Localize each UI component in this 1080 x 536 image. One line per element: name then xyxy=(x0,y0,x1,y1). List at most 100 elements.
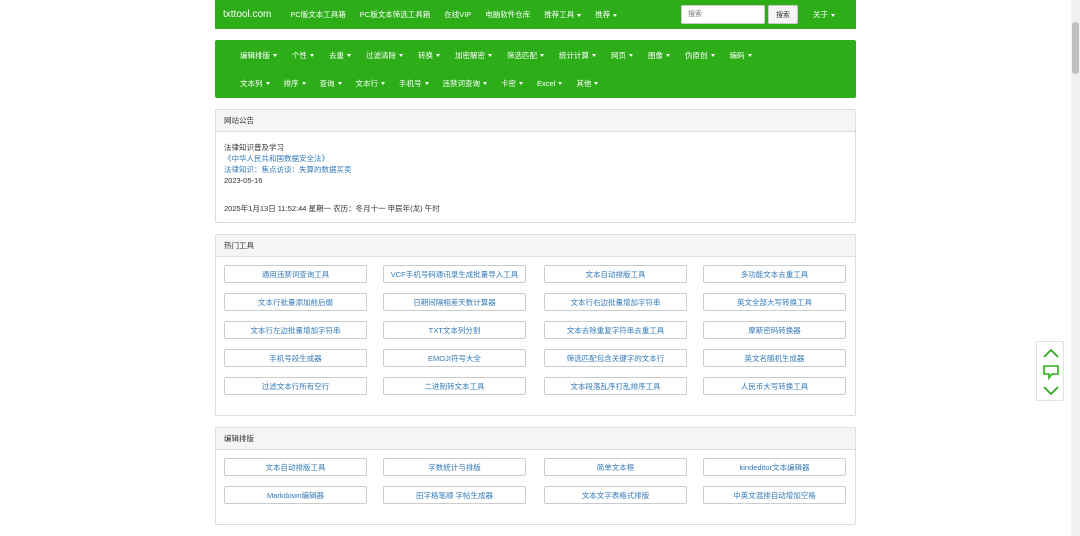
notice-title: 法律知识普及学习 xyxy=(224,143,284,152)
edit-tools-button-5[interactable]: 田字格笔顺 字帖生成器 xyxy=(383,486,526,504)
nav-recommended-tools[interactable]: 推荐工具 xyxy=(544,9,582,20)
caret-down-icon xyxy=(558,82,563,86)
caret-down-icon xyxy=(577,13,582,17)
category-row1-item-9[interactable]: 图像 xyxy=(648,50,670,61)
category-row1-item-11[interactable]: 编码 xyxy=(730,50,752,61)
top-navbar: txttool.com PC版文本工具箱 PC版文本筛选工具箱 在线VIP 电脑… xyxy=(215,0,856,29)
category-row1-item-8[interactable]: 网页 xyxy=(611,50,633,61)
category-row1-item-0[interactable]: 编辑排版 xyxy=(240,50,277,61)
hot-tools-button-8[interactable]: 文本行左边批量增加字符串 xyxy=(224,321,367,339)
caret-down-icon xyxy=(347,54,351,58)
caret-down-icon xyxy=(629,54,633,58)
caret-down-icon xyxy=(747,54,752,58)
category-row2-item-7[interactable]: Excel xyxy=(537,79,563,88)
caret-down-icon xyxy=(710,54,715,58)
category-row1-item-3[interactable]: 过滤清除 xyxy=(366,50,403,61)
brand-logo[interactable]: txttool.com xyxy=(223,9,271,20)
category-row1-item-1[interactable]: 个性 xyxy=(292,50,314,61)
hot-tools-button-4[interactable]: 文本行批量添加前后缀 xyxy=(224,293,367,311)
category-row1-item-4[interactable]: 转换 xyxy=(418,50,440,61)
caret-down-icon xyxy=(399,54,403,58)
search-button[interactable]: 搜索 xyxy=(768,5,798,24)
caret-down-icon xyxy=(265,82,270,86)
hot-tools-panel: 热门工具 通用违禁词查询工具 VCF手机号码通讯录生成批量导入工具 文本自动排版工具… xyxy=(215,234,856,416)
category-row2-item-2[interactable]: 查询 xyxy=(320,78,342,89)
caret-down-icon xyxy=(666,54,670,58)
hot-tools-button-17[interactable]: 二进制转文本工具 xyxy=(383,377,526,395)
caret-down-icon xyxy=(381,82,385,86)
comment-icon[interactable] xyxy=(1042,364,1060,380)
category-row1-item-6[interactable]: 筛选匹配 xyxy=(507,50,544,61)
notice-panel: 网站公告 法律知识普及学习 《中华人民共和国数据安全法》 法律知识：焦点访谈：失… xyxy=(215,109,856,223)
edit-tools-button-6[interactable]: 文本文字表格式排版 xyxy=(544,486,687,504)
category-row2-item-8[interactable]: 其他 xyxy=(576,78,599,89)
edit-tools-button-2[interactable]: 简单文本框 xyxy=(544,458,687,476)
edit-tools-heading: 编辑排版 xyxy=(216,428,855,450)
category-menu: 编辑排版 个性 去重 过滤清除 转换 加密解密 筛选匹配 统计计算 网页 图像 伪原创 编码 文本列 排… xyxy=(215,40,856,98)
caret-down-icon xyxy=(310,54,314,58)
edit-tools-button-3[interactable]: kindeditor文本编辑器 xyxy=(703,458,846,476)
notice-body: 法律知识普及学习 《中华人民共和国数据安全法》 法律知识：焦点访谈：失算的数据买… xyxy=(216,132,855,214)
nav-pc-filter-toolbox[interactable]: PC版文本筛选工具箱 xyxy=(360,9,430,20)
chevron-up-icon[interactable] xyxy=(1042,346,1060,360)
caret-down-icon xyxy=(301,82,306,86)
edit-tools-button-4[interactable]: Markdown编辑器 xyxy=(224,486,367,504)
category-row1-item-7[interactable]: 统计计算 xyxy=(559,50,596,61)
notice-link-data-trading[interactable]: 法律知识：焦点访谈：失算的数据买卖 xyxy=(224,164,847,175)
caret-down-icon xyxy=(519,82,523,86)
category-row2-item-6[interactable]: 卡密 xyxy=(501,78,523,89)
caret-down-icon xyxy=(592,54,596,58)
caret-down-icon xyxy=(488,54,492,58)
hot-tools-button-15[interactable]: 英文名随机生成器 xyxy=(703,349,846,367)
category-row-1: 编辑排版 个性 去重 过滤清除 转换 加密解密 筛选匹配 统计计算 网页 图像 伪原创 编码 xyxy=(240,48,767,62)
nav-online-vip[interactable]: 在线VIP xyxy=(444,9,471,20)
edit-tools-button-7[interactable]: 中英文混排自动增加空格 xyxy=(703,486,846,504)
category-row1-item-10[interactable]: 伪原创 xyxy=(685,50,715,61)
hot-tools-button-10[interactable]: 文本去除重复字符串去重工具 xyxy=(544,321,687,339)
category-row2-item-4[interactable]: 手机号 xyxy=(399,78,429,89)
hot-tools-button-1[interactable]: VCF手机号码通讯录生成批量导入工具 xyxy=(383,265,526,283)
hot-tools-button-3[interactable]: 多功能文本去重工具 xyxy=(703,265,846,283)
category-row-2: 文本列 排序 查询 文本行 手机号 违禁词查询 卡密 Excel 其他 xyxy=(240,76,612,90)
scrollbar-thumb[interactable] xyxy=(1072,22,1079,74)
hot-tools-button-19[interactable]: 人民币大写转换工具 xyxy=(703,377,846,395)
hot-tools-button-5[interactable]: 日期间隔相差天数计算器 xyxy=(383,293,526,311)
caret-down-icon xyxy=(337,82,342,86)
hot-tools-button-12[interactable]: 手机号段生成器 xyxy=(224,349,367,367)
category-row2-item-5[interactable]: 违禁词查询 xyxy=(443,78,487,89)
hot-tools-button-11[interactable]: 摩斯密码转换器 xyxy=(703,321,846,339)
category-row2-item-0[interactable]: 文本列 xyxy=(240,78,270,89)
notice-link-data-security-law[interactable]: 《中华人民共和国数据安全法》 xyxy=(224,153,847,164)
category-row2-item-1[interactable]: 排序 xyxy=(284,78,306,89)
notice-heading: 网站公告 xyxy=(216,110,855,132)
hot-tools-button-2[interactable]: 文本自动排版工具 xyxy=(544,265,687,283)
page-scrollbar[interactable] xyxy=(1071,0,1080,536)
edit-tools-button-1[interactable]: 字数统计与排版 xyxy=(383,458,526,476)
hot-tools-button-6[interactable]: 文本行右边批量增加字符串 xyxy=(544,293,687,311)
search-input[interactable] xyxy=(681,5,765,24)
caret-down-icon xyxy=(483,82,487,86)
hot-tools-button-18[interactable]: 文本段落乱序打乱排序工具 xyxy=(544,377,687,395)
edit-tools-panel: 编辑排版 文本自动排版工具 字数统计与排版 简单文本框 kindeditor文本编辑器… xyxy=(215,427,856,525)
caret-down-icon xyxy=(424,82,429,86)
category-row2-item-3[interactable]: 文本行 xyxy=(356,78,385,89)
caret-down-icon xyxy=(273,54,277,58)
caret-down-icon xyxy=(436,54,440,58)
hot-tools-button-0[interactable]: 通用违禁词查询工具 xyxy=(224,265,367,283)
category-row1-item-5[interactable]: 加密解密 xyxy=(455,50,492,61)
category-row1-item-2[interactable]: 去重 xyxy=(329,50,351,61)
hot-tools-button-9[interactable]: TXT文本列分割 xyxy=(383,321,526,339)
nav-pc-toolbox[interactable]: PC版文本工具箱 xyxy=(290,9,345,20)
side-float-controls xyxy=(1036,341,1064,401)
chevron-down-icon[interactable] xyxy=(1042,384,1060,398)
edit-tools-button-0[interactable]: 文本自动排版工具 xyxy=(224,458,367,476)
caret-down-icon xyxy=(831,13,835,17)
hot-tools-button-13[interactable]: EMOJI符号大全 xyxy=(383,349,526,367)
hot-tools-button-7[interactable]: 英文全部大写转换工具 xyxy=(703,293,846,311)
nav-recommend[interactable]: 推荐 xyxy=(595,9,618,20)
nav-about[interactable]: 关于 xyxy=(813,9,835,20)
hot-tools-button-16[interactable]: 过滤文本行所有空行 xyxy=(224,377,367,395)
nav-software-store[interactable]: 电脑软件仓库 xyxy=(485,9,530,20)
hot-tools-button-14[interactable]: 筛选匹配包含关键字的文本行 xyxy=(544,349,687,367)
caret-down-icon xyxy=(613,13,618,17)
